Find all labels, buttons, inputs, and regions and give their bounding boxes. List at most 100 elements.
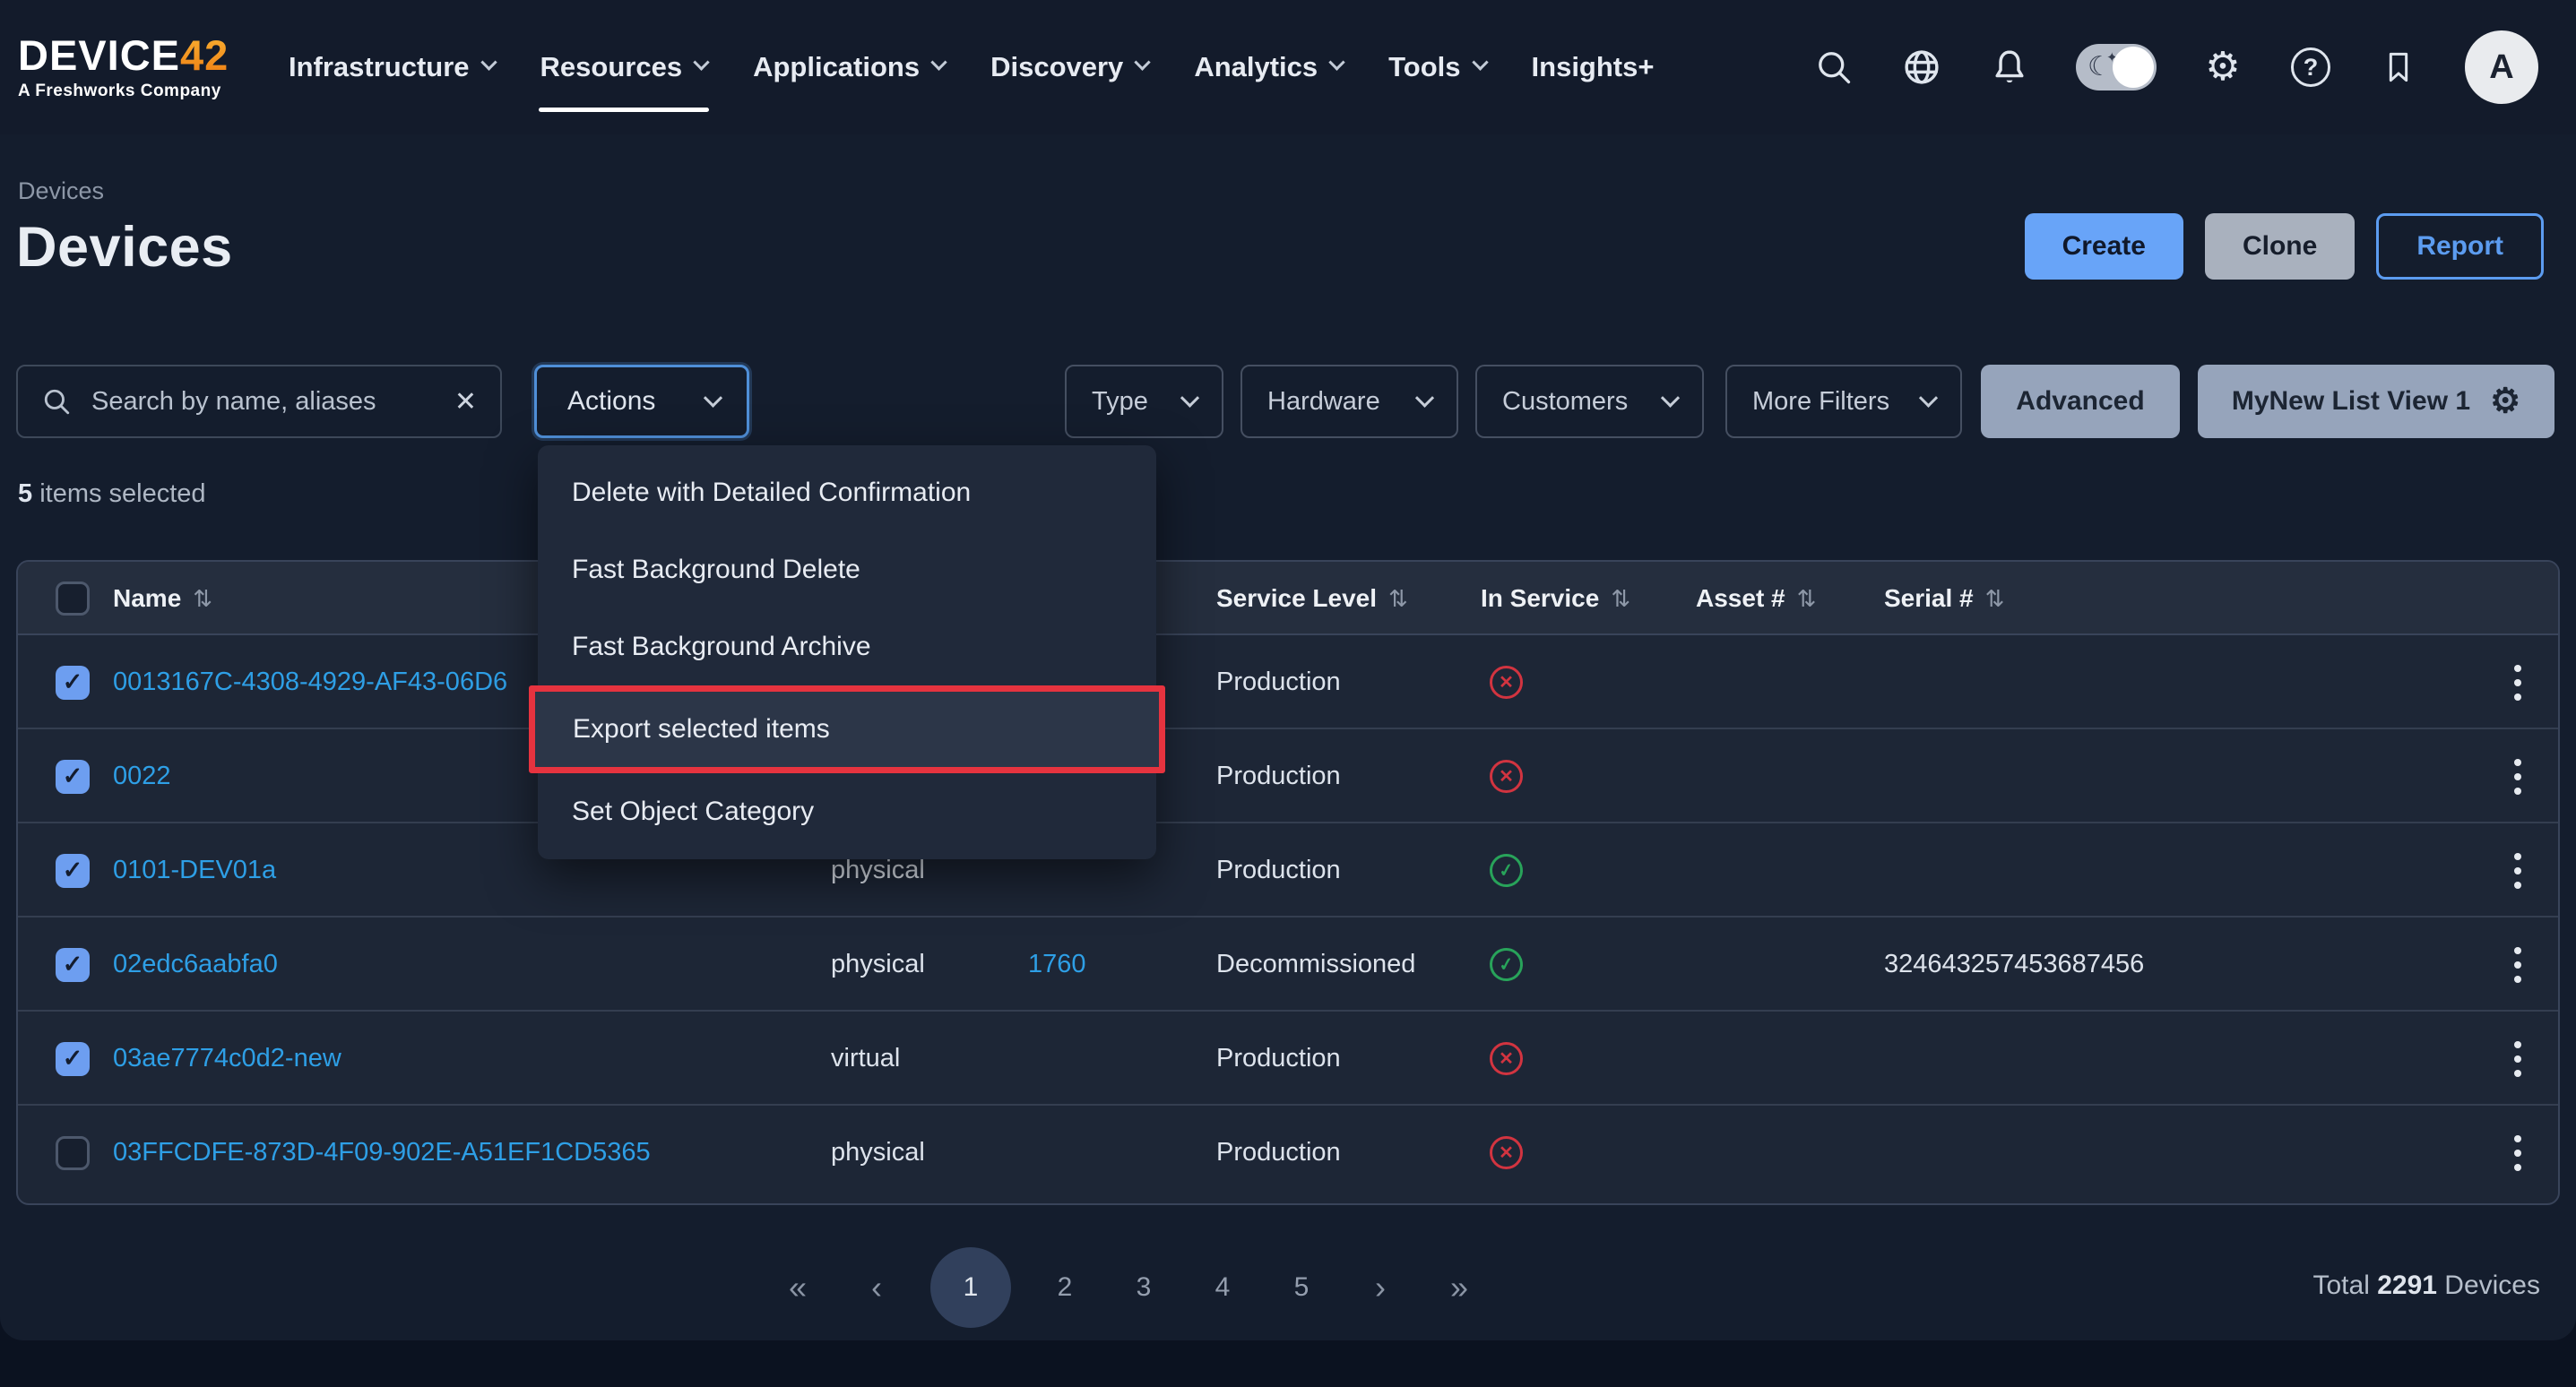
nav-insights[interactable]: Insights+	[1530, 46, 1656, 89]
nav-tools[interactable]: Tools	[1387, 46, 1487, 89]
search-icon[interactable]	[1812, 46, 1855, 89]
in-service-no-icon: ✕	[1490, 729, 1523, 823]
page-button-4[interactable]: 4	[1197, 1247, 1248, 1328]
row-checkbox[interactable]: ✓	[56, 635, 90, 729]
nav-discovery[interactable]: Discovery	[989, 46, 1150, 89]
sort-icon[interactable]: ⇅	[193, 585, 212, 613]
nav-applications[interactable]: Applications	[751, 46, 947, 89]
row-checkbox[interactable]: ✓	[56, 823, 90, 917]
row-checkbox[interactable]	[56, 1106, 90, 1200]
nav-analytics[interactable]: Analytics	[1192, 46, 1344, 89]
filter-customers[interactable]: Customers	[1475, 365, 1704, 438]
table-row: ✓ 03ae7774c0d2-new virtual Production ✕	[18, 1012, 2558, 1106]
report-button[interactable]: Report	[2376, 213, 2544, 280]
bookmark-icon[interactable]	[2377, 46, 2420, 89]
advanced-button[interactable]: Advanced	[1981, 365, 2180, 438]
actions-dropdown-menu: Delete with Detailed Confirmation Fast B…	[538, 445, 1156, 859]
chevron-down-icon	[1919, 388, 1938, 407]
nav-infrastructure[interactable]: Infrastructure	[287, 46, 497, 89]
row-checkbox[interactable]: ✓	[56, 1012, 90, 1106]
menu-item-fast-background-archive[interactable]: Fast Background Archive	[538, 608, 1156, 685]
filter-hardware[interactable]: Hardware	[1240, 365, 1458, 438]
device-name-link[interactable]: 0101-DEV01a	[113, 823, 276, 917]
column-header-asset[interactable]: Asset #⇅	[1696, 562, 1816, 635]
create-button[interactable]: Create	[2025, 213, 2183, 280]
device-type-value: virtual	[831, 1012, 900, 1106]
service-level-value: Production	[1216, 1106, 1341, 1200]
table-header-row: Name⇅ Service Level⇅ In Service⇅ Asset #…	[18, 562, 2558, 635]
service-level-value: Production	[1216, 1012, 1341, 1106]
column-header-in-service[interactable]: In Service⇅	[1481, 562, 1630, 635]
row-checkbox[interactable]: ✓	[56, 729, 90, 823]
sort-icon[interactable]: ⇅	[1797, 585, 1817, 613]
last-page-button[interactable]: »	[1434, 1247, 1484, 1328]
globe-icon[interactable]	[1900, 46, 1943, 89]
row-menu-kebab-icon[interactable]	[2506, 635, 2529, 729]
page-button-1[interactable]: 1	[930, 1247, 1011, 1328]
header-buttons: Create Clone Report	[2025, 213, 2544, 280]
list-view-gear-icon[interactable]: ⚙	[2490, 384, 2520, 418]
row-menu-kebab-icon[interactable]	[2506, 1106, 2529, 1200]
previous-page-button[interactable]: ‹	[851, 1247, 902, 1328]
sort-icon[interactable]: ⇅	[1611, 585, 1630, 613]
clear-search-icon[interactable]: ✕	[454, 386, 477, 418]
actions-dropdown-button[interactable]: Actions	[534, 365, 749, 438]
search-input[interactable]	[91, 387, 435, 417]
row-menu-kebab-icon[interactable]	[2506, 1012, 2529, 1106]
in-service-yes-icon: ✓	[1490, 917, 1523, 1012]
in-service-no-icon: ✕	[1490, 1106, 1523, 1200]
notifications-bell-icon[interactable]	[1988, 46, 2031, 89]
in-service-no-icon: ✕	[1490, 635, 1523, 729]
help-icon[interactable]: ?	[2289, 46, 2332, 89]
device-name-link[interactable]: 02edc6aabfa0	[113, 917, 278, 1012]
column-header-serial[interactable]: Serial #⇅	[1884, 562, 2004, 635]
service-level-value: Production	[1216, 635, 1341, 729]
clone-button[interactable]: Clone	[2205, 213, 2355, 280]
column-header-name[interactable]: Name⇅	[113, 562, 212, 635]
row-menu-kebab-icon[interactable]	[2506, 729, 2529, 823]
row-menu-kebab-icon[interactable]	[2506, 823, 2529, 917]
menu-item-fast-background-delete[interactable]: Fast Background Delete	[538, 531, 1156, 608]
settings-gear-icon[interactable]: ⚙	[2201, 46, 2244, 89]
page-title: Devices	[16, 215, 233, 280]
search-box[interactable]: ✕	[16, 365, 502, 438]
next-page-button[interactable]: ›	[1355, 1247, 1405, 1328]
sort-icon[interactable]: ⇅	[1985, 585, 2005, 613]
device-name-link[interactable]: 0013167C-4308-4929-AF43-06D6	[113, 635, 507, 729]
breadcrumb[interactable]: Devices	[18, 177, 104, 205]
device-type-value: physical	[831, 1106, 925, 1200]
devices-table: Name⇅ Service Level⇅ In Service⇅ Asset #…	[16, 560, 2560, 1205]
device42-logo[interactable]: DEVICE42 A Freshworks Company	[18, 34, 262, 101]
page-button-2[interactable]: 2	[1040, 1247, 1090, 1328]
selection-summary: 5 items selected	[18, 479, 206, 509]
user-avatar[interactable]: A	[2465, 30, 2538, 104]
device-name-link[interactable]: 03FFCDFE-873D-4F09-902E-A51EF1CD5365	[113, 1106, 651, 1200]
menu-item-delete-detailed[interactable]: Delete with Detailed Confirmation	[538, 454, 1156, 531]
column-header-service-level[interactable]: Service Level⇅	[1216, 562, 1408, 635]
nav-resources[interactable]: Resources	[539, 46, 710, 89]
table-row: ✓ 0022 Production ✕	[18, 729, 2558, 823]
sort-icon[interactable]: ⇅	[1388, 585, 1408, 613]
select-all-checkbox[interactable]	[56, 562, 90, 635]
page-button-5[interactable]: 5	[1276, 1247, 1327, 1328]
chevron-down-icon	[1180, 388, 1199, 407]
chevron-down-icon	[1328, 54, 1344, 70]
toggle-knob	[2113, 47, 2154, 88]
hardware-link[interactable]: 1760	[1028, 917, 1086, 1012]
row-menu-kebab-icon[interactable]	[2506, 917, 2529, 1012]
first-page-button[interactable]: «	[773, 1247, 823, 1328]
list-view-button[interactable]: MyNew List View 1 ⚙	[2198, 365, 2554, 438]
filter-type[interactable]: Type	[1065, 365, 1223, 438]
chevron-down-icon	[704, 388, 722, 407]
filter-more-filters[interactable]: More Filters	[1725, 365, 1962, 438]
row-checkbox[interactable]: ✓	[56, 917, 90, 1012]
topbar-icons: ☾ ✦ ⚙ ? A	[1812, 30, 2538, 104]
dark-mode-toggle[interactable]: ☾ ✦	[2076, 44, 2157, 90]
device-name-link[interactable]: 0022	[113, 729, 171, 823]
table-row: ✓ 0101-DEV01a physical Production ✓	[18, 823, 2558, 917]
menu-item-set-object-category[interactable]: Set Object Category	[538, 773, 1156, 850]
device-name-link[interactable]: 03ae7774c0d2-new	[113, 1012, 341, 1106]
menu-item-export-selected-items[interactable]: Export selected items	[535, 692, 1159, 767]
page-button-3[interactable]: 3	[1119, 1247, 1169, 1328]
service-level-value: Production	[1216, 729, 1341, 823]
